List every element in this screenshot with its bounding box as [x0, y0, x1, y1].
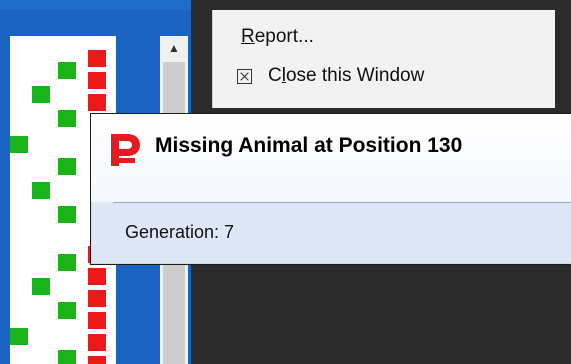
pedigree-cell-female[interactable]: [88, 334, 106, 351]
pedigree-cell-male[interactable]: [32, 182, 50, 199]
close-box-icon: [237, 68, 252, 84]
alert-divider: [113, 202, 571, 203]
alert-header: [91, 114, 571, 202]
pedigree-cell-female[interactable]: [88, 312, 106, 329]
pedigree-cell-male[interactable]: [32, 86, 50, 103]
pedigree-cell-male[interactable]: [58, 206, 76, 223]
menu-item-report[interactable]: Report...: [241, 26, 314, 48]
alert-title: Missing Animal at Position 130: [155, 134, 463, 157]
pedigree-cell-male[interactable]: [58, 254, 76, 271]
missing-animal-alert: Missing Animal at Position 130 Generatio…: [90, 113, 571, 265]
context-menu: Report... Close this Window: [212, 10, 555, 108]
app-logo-icon: [111, 134, 140, 166]
pedigree-cell-male[interactable]: [58, 62, 76, 79]
pedigree-cell-female[interactable]: [88, 50, 106, 67]
pedigree-cell-male[interactable]: [10, 136, 28, 153]
pedigree-cell-female[interactable]: [88, 94, 106, 111]
alert-message: Generation: 7: [125, 222, 235, 242]
pedigree-cell-male[interactable]: [58, 302, 76, 319]
menu-item-report-label: Report...: [241, 26, 314, 47]
pedigree-cell-male[interactable]: [58, 110, 76, 127]
pedigree-cell-male[interactable]: [10, 328, 28, 345]
pedigree-cell-female[interactable]: [88, 290, 106, 307]
pedigree-cell-female[interactable]: [88, 72, 106, 89]
pedigree-cell-male[interactable]: [58, 350, 76, 364]
panel-top-strip: [0, 0, 191, 10]
scroll-up-arrow-icon[interactable]: ▲: [160, 36, 188, 60]
pedigree-cell-female[interactable]: [88, 268, 106, 285]
menu-item-close-label: Close this Window: [268, 65, 425, 86]
menu-item-close-window[interactable]: Close this Window: [237, 65, 424, 87]
pedigree-cell-male[interactable]: [58, 158, 76, 175]
pedigree-cell-female[interactable]: [88, 356, 106, 364]
pedigree-cell-male[interactable]: [32, 278, 50, 295]
